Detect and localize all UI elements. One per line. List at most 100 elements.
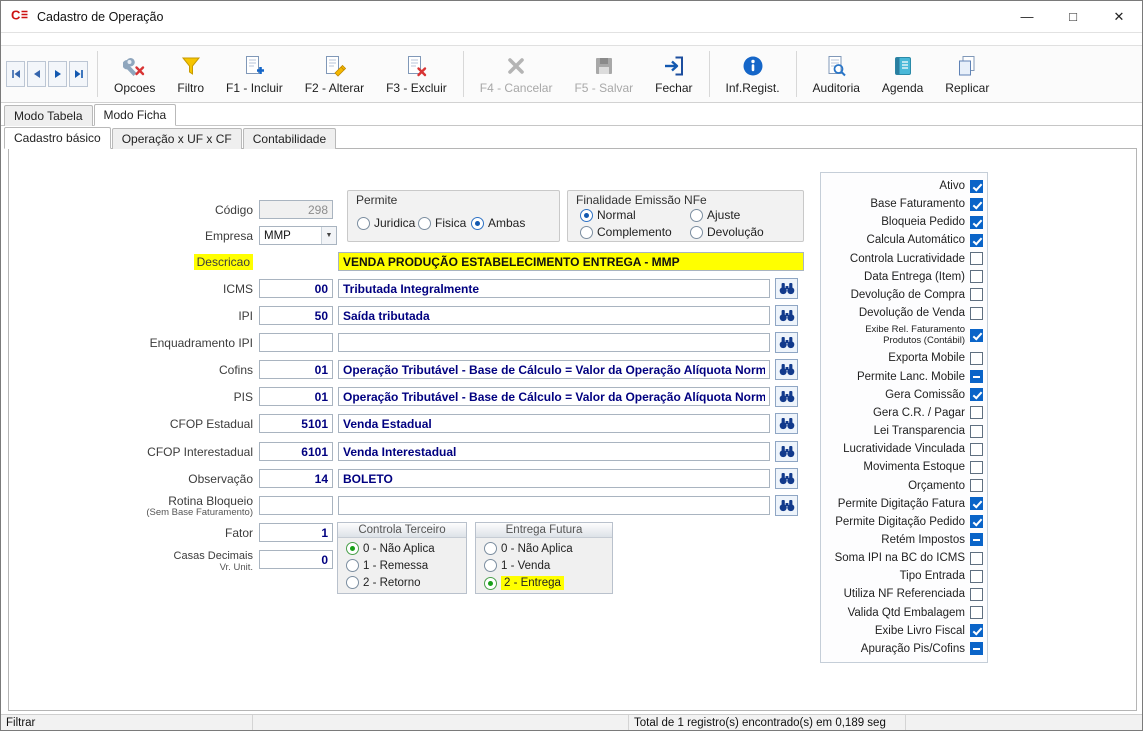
pis-code-input[interactable]: [259, 387, 333, 406]
previous-record-button[interactable]: [27, 61, 46, 87]
observacao-code-input[interactable]: [259, 469, 333, 488]
calcula-automatico-checkbox[interactable]: [970, 234, 983, 247]
tab-cadastro-basico[interactable]: Cadastro básico: [4, 127, 111, 149]
fechar-button[interactable]: Fechar: [644, 51, 703, 98]
ipi-lookup-button[interactable]: [775, 305, 798, 326]
f3-excluir-button[interactable]: F3 - Excluir: [375, 51, 458, 98]
ipi-desc-input[interactable]: [338, 306, 770, 325]
mode-tabs: Modo Tabela Modo Ficha: [1, 105, 1142, 126]
descricao-input[interactable]: [338, 252, 804, 271]
minimize-button[interactable]: —: [1004, 1, 1050, 32]
filter-input[interactable]: Filtrar: [1, 715, 253, 730]
entrega-futura-radio-entrega[interactable]: 2 - Entrega: [484, 576, 612, 590]
tipo-entrada-checkbox[interactable]: [970, 570, 983, 583]
devolucao-de-compra-checkbox[interactable]: [970, 288, 983, 301]
gera-comissao-checkbox[interactable]: [970, 388, 983, 401]
first-record-button[interactable]: [6, 61, 25, 87]
movimenta-estoque-checkbox[interactable]: [970, 461, 983, 474]
flag-row: Controla Lucratividade: [825, 251, 983, 267]
controla-terceiro-radio-remessa[interactable]: 1 - Remessa: [346, 559, 466, 572]
entrega-futura-radio-nao-aplica[interactable]: 0 - Não Aplica: [484, 542, 612, 555]
icms-code-input[interactable]: [259, 279, 333, 298]
tab-contabilidade[interactable]: Contabilidade: [243, 128, 336, 149]
utiliza-nf-referenciada-checkbox[interactable]: [970, 588, 983, 601]
f1-incluir-button[interactable]: F1 - Incluir: [215, 51, 294, 98]
flag-row: Utiliza NF Referenciada: [825, 586, 983, 602]
permite-lanc-mobile-checkbox[interactable]: [970, 370, 983, 383]
cfop-estadual-lookup-button[interactable]: [775, 413, 798, 434]
chevron-down-icon: ▼: [321, 227, 336, 244]
orcamento-checkbox[interactable]: [970, 479, 983, 492]
tab-modo-tabela[interactable]: Modo Tabela: [4, 105, 93, 126]
agenda-button[interactable]: Agenda: [871, 51, 934, 98]
binoculars-icon: [779, 445, 795, 458]
data-entrega-item-checkbox[interactable]: [970, 270, 983, 283]
opcoes-button[interactable]: Opcoes: [103, 51, 166, 98]
apuracao-pis-cofins-checkbox[interactable]: [970, 642, 983, 655]
f2-alterar-button[interactable]: F2 - Alterar: [294, 51, 375, 98]
next-record-button[interactable]: [48, 61, 67, 87]
pis-lookup-button[interactable]: [775, 386, 798, 407]
cfop-interestadual-code-input[interactable]: [259, 442, 333, 461]
status-bar: Filtrar Total de 1 registro(s) encontrad…: [1, 714, 1142, 730]
tab-operacao-uf-cf[interactable]: Operação x UF x CF: [112, 128, 242, 149]
exibe-rel-faturamento-produtos-checkbox[interactable]: [970, 329, 983, 342]
icms-desc-input[interactable]: [338, 279, 770, 298]
observacao-lookup-button[interactable]: [775, 468, 798, 489]
inf-regist-button[interactable]: Inf.Regist.: [715, 51, 791, 98]
enquadramento-ipi-code-input[interactable]: [259, 333, 333, 352]
exporta-mobile-checkbox[interactable]: [970, 352, 983, 365]
valida-qtd-embalagem-checkbox[interactable]: [970, 606, 983, 619]
entrega-futura-radio-venda[interactable]: 1 - Venda: [484, 559, 612, 572]
filtro-button[interactable]: Filtro: [166, 51, 215, 98]
tab-modo-ficha[interactable]: Modo Ficha: [94, 104, 177, 126]
controla-lucratividade-checkbox[interactable]: [970, 252, 983, 265]
cfop-estadual-desc-input[interactable]: [338, 414, 770, 433]
lucratividade-vinculada-checkbox[interactable]: [970, 443, 983, 456]
cofins-desc-input[interactable]: [338, 360, 770, 379]
rotina-bloqueio-desc-input[interactable]: [338, 496, 770, 515]
cofins-lookup-button[interactable]: [775, 359, 798, 380]
controla-terceiro-radio-retorno[interactable]: 2 - Retorno: [346, 576, 466, 589]
icms-lookup-button[interactable]: [775, 278, 798, 299]
ativo-checkbox[interactable]: [970, 180, 983, 193]
maximize-button[interactable]: □: [1050, 1, 1096, 32]
devolucao-de-venda-checkbox[interactable]: [970, 307, 983, 320]
ipi-code-input[interactable]: [259, 306, 333, 325]
radio-ajuste[interactable]: Ajuste: [690, 208, 740, 222]
pis-desc-input[interactable]: [338, 387, 770, 406]
ipi-label: IPI: [9, 309, 253, 323]
permite-digitacao-fatura-checkbox[interactable]: [970, 497, 983, 510]
radio-normal[interactable]: Normal: [580, 208, 636, 222]
casas-decimais-sublabel: Vr. Unit.: [9, 563, 253, 573]
enquadramento-ipi-lookup-button[interactable]: [775, 332, 798, 353]
empresa-value: MMP: [264, 230, 291, 242]
soma-ipi-bc-icms-checkbox[interactable]: [970, 552, 983, 565]
fator-input[interactable]: [259, 523, 333, 542]
bloqueia-pedido-checkbox[interactable]: [970, 216, 983, 229]
controla-terceiro-radio-nao-aplica[interactable]: 0 - Não Aplica: [346, 542, 466, 555]
retem-impostos-checkbox[interactable]: [970, 533, 983, 546]
enquadramento-ipi-desc-input[interactable]: [338, 333, 770, 352]
permite-digitacao-pedido-checkbox[interactable]: [970, 515, 983, 528]
cofins-code-input[interactable]: [259, 360, 333, 379]
rotina-bloqueio-lookup-button[interactable]: [775, 495, 798, 516]
base-faturamento-checkbox[interactable]: [970, 198, 983, 211]
cfop-interestadual-lookup-button[interactable]: [775, 441, 798, 462]
empresa-select[interactable]: MMP ▼: [259, 226, 337, 245]
last-record-button[interactable]: [69, 61, 88, 87]
lei-transparencia-checkbox[interactable]: [970, 425, 983, 438]
close-button[interactable]: ✕: [1096, 1, 1142, 32]
tools-icon: [123, 54, 147, 78]
exibe-livro-fiscal-checkbox[interactable]: [970, 624, 983, 637]
cfop-interestadual-desc-input[interactable]: [338, 442, 770, 461]
cfop-estadual-code-input[interactable]: [259, 414, 333, 433]
rotina-bloqueio-code-input[interactable]: [259, 496, 333, 515]
casas-decimais-input[interactable]: [259, 550, 333, 569]
replicar-button[interactable]: Replicar: [934, 51, 1000, 98]
observacao-desc-input[interactable]: [338, 469, 770, 488]
flag-row: Gera Comissão: [825, 387, 983, 403]
gera-cr-pagar-checkbox[interactable]: [970, 406, 983, 419]
flag-row: Orçamento: [825, 478, 983, 494]
auditoria-button[interactable]: Auditoria: [802, 51, 871, 98]
